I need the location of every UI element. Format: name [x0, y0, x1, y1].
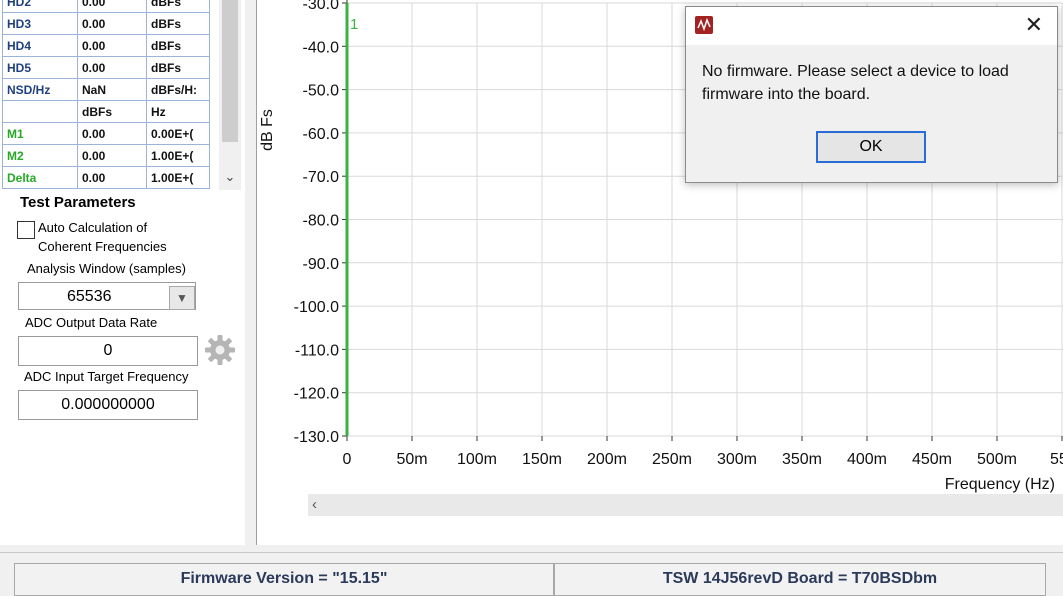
- gear-icon[interactable]: [204, 334, 236, 366]
- firmware-version-status: Firmware Version = "15.15": [14, 563, 554, 596]
- y-axis-label: dB Fs: [259, 109, 276, 151]
- table-cell-value: 0.00: [77, 0, 147, 13]
- table-cell-value: 0.00: [77, 122, 147, 145]
- x-tick-label: 300m: [717, 451, 757, 468]
- table-cell-value: 0.00: [77, 166, 147, 189]
- auto-calc-checkbox[interactable]: [17, 221, 35, 239]
- status-bar: Firmware Version = "15.15" TSW 14J56revD…: [0, 552, 1063, 596]
- y-tick-label: -130.0: [294, 429, 339, 446]
- board-status: TSW 14J56revD Board = T70BSDbm: [554, 563, 1046, 596]
- plot-horizontal-scrollbar[interactable]: ‹: [308, 494, 1063, 516]
- x-axis-label: Frequency (Hz): [945, 476, 1055, 493]
- x-tick-label: 400m: [847, 451, 887, 468]
- y-tick-label: -30.0: [303, 0, 340, 13]
- panel-divider: [246, 0, 257, 545]
- scroll-left-icon[interactable]: ‹: [312, 494, 317, 516]
- results-table: HD2 0.00 dBFs HD3 0.00 dBFs HD4 0.00 dBFs HD5 0.00…: [2, 0, 210, 189]
- scroll-down-icon[interactable]: ⌄: [222, 168, 238, 186]
- table-cell-name: M2: [2, 144, 78, 167]
- chevron-down-icon[interactable]: ▼: [169, 286, 195, 310]
- table-cell-value: 0.00: [77, 12, 147, 35]
- table-cell-name: [2, 100, 78, 123]
- table-cell-value: 0.00: [77, 34, 147, 57]
- dialog-titlebar[interactable]: ✕: [686, 7, 1057, 45]
- adc-output-rate-input[interactable]: 0: [18, 336, 198, 366]
- table-cell-unit: dBFs: [146, 0, 210, 13]
- no-firmware-dialog: ✕ No firmware. Please select a device to…: [685, 6, 1058, 183]
- table-row: NSD/Hz NaN dBFs/H:: [2, 78, 210, 101]
- x-tick-label: 100m: [457, 451, 497, 468]
- ok-button[interactable]: OK: [816, 131, 926, 163]
- y-tick-label: -40.0: [303, 39, 340, 56]
- table-scrollbar[interactable]: ⌄: [219, 0, 241, 190]
- y-tick-label: -50.0: [303, 83, 340, 100]
- close-icon[interactable]: ✕: [1025, 13, 1043, 37]
- table-cell-name: Delta: [2, 166, 78, 189]
- x-tick-label: 200m: [587, 451, 627, 468]
- x-tick-label: 150m: [522, 451, 562, 468]
- y-tick-label: -120.0: [294, 386, 339, 403]
- left-panel: HD2 0.00 dBFs HD3 0.00 dBFs HD4 0.00 dBFs HD5 0.00…: [0, 0, 245, 545]
- y-tick-label: -70.0: [303, 169, 340, 186]
- table-cell-unit: 1.00E+(: [146, 166, 210, 189]
- table-cell-name: HD2: [2, 0, 78, 13]
- y-tick-label: -90.0: [303, 256, 340, 273]
- table-cell-name: NSD/Hz: [2, 78, 78, 101]
- marker-label: 1: [350, 16, 358, 33]
- table-cell-name: HD4: [2, 34, 78, 57]
- table-cell-value: dBFs: [77, 100, 147, 123]
- table-row: dBFs Hz: [2, 100, 210, 123]
- table-cell-name: M1: [2, 122, 78, 145]
- table-row: HD3 0.00 dBFs: [2, 12, 210, 35]
- table-row: HD4 0.00 dBFs: [2, 34, 210, 57]
- table-row: M2 0.00 1.00E+(: [2, 144, 210, 167]
- app-icon: [695, 16, 713, 34]
- table-scroll-thumb[interactable]: [222, 0, 238, 142]
- table-cell-unit: 1.00E+(: [146, 144, 210, 167]
- table-cell-unit: dBFs: [146, 34, 210, 57]
- x-tick-label: 500m: [977, 451, 1017, 468]
- table-row: HD5 0.00 dBFs: [2, 56, 210, 79]
- x-tick-label: 0: [343, 451, 352, 468]
- x-tick-label: 350m: [782, 451, 822, 468]
- table-cell-name: HD3: [2, 12, 78, 35]
- x-tick-label: 550: [1050, 451, 1063, 468]
- table-cell-unit: dBFs/H:: [146, 78, 210, 101]
- adc-input-freq-label: ADC Input Target Frequency: [24, 369, 189, 384]
- y-tick-label: -110.0: [295, 342, 339, 359]
- x-tick-label: 50m: [396, 451, 427, 468]
- dialog-message: No firmware. Please select a device to l…: [702, 63, 1009, 103]
- table-row: M1 0.00 0.00E+(: [2, 122, 210, 145]
- x-tick-label: 250m: [652, 451, 692, 468]
- table-row: Delta 0.00 1.00E+(: [2, 166, 210, 189]
- y-tick-label: -60.0: [303, 126, 340, 143]
- table-cell-value: 0.00: [77, 144, 147, 167]
- test-parameters-title: Test Parameters: [20, 194, 136, 211]
- x-tick-label: 450m: [912, 451, 952, 468]
- table-cell-value: NaN: [77, 78, 147, 101]
- adc-output-rate-label: ADC Output Data Rate: [25, 315, 158, 330]
- table-cell-value: 0.00: [77, 56, 147, 79]
- table-row: HD2 0.00 dBFs: [2, 0, 210, 13]
- y-tick-label: -80.0: [303, 213, 340, 230]
- table-cell-unit: Hz: [146, 100, 210, 123]
- table-cell-unit: dBFs: [146, 56, 210, 79]
- table-cell-unit: dBFs: [146, 12, 210, 35]
- y-tick-label: -100.0: [294, 299, 339, 316]
- table-cell-name: HD5: [2, 56, 78, 79]
- analysis-window-label: Analysis Window (samples): [27, 261, 186, 276]
- auto-calc-label: Auto Calculation of Coherent Frequencies: [38, 220, 167, 254]
- adc-input-freq-input[interactable]: 0.000000000: [18, 390, 198, 420]
- table-cell-unit: 0.00E+(: [146, 122, 210, 145]
